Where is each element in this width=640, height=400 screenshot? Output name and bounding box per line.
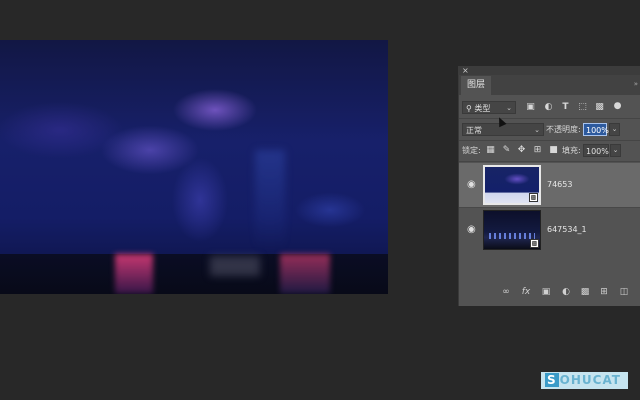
smart-object-badge-icon: ▩ xyxy=(529,193,538,202)
lock-artboard-icon[interactable]: ⊞ xyxy=(532,145,543,156)
layer-name[interactable]: 647534_1 xyxy=(547,208,587,252)
layer-filter-select[interactable]: ⚲ 类型 ⌄ xyxy=(462,101,516,114)
divider xyxy=(459,161,640,162)
layer-row[interactable]: ◉ ▩ 647534_1 xyxy=(459,208,640,252)
fill-input[interactable]: 100% xyxy=(583,144,609,157)
smart-object-filter-icon[interactable]: ▩ xyxy=(594,102,605,113)
tab-layers[interactable]: 图层 xyxy=(461,76,491,95)
opacity-label: 不透明度: xyxy=(546,125,581,134)
canvas-area[interactable] xyxy=(0,0,458,400)
opacity-dropdown-button[interactable]: ⌄ xyxy=(609,123,620,136)
fill-label: 填充: xyxy=(562,146,581,155)
search-icon: ⚲ xyxy=(466,104,472,113)
adjustment-filter-icon[interactable]: ◐ xyxy=(543,102,554,113)
fill-dropdown-button[interactable]: ⌄ xyxy=(610,144,621,157)
layer-name[interactable]: 74653 xyxy=(547,163,572,207)
reflection-light xyxy=(210,256,260,276)
new-layer-icon[interactable]: ⊞ xyxy=(597,287,611,298)
blend-mode-value: 正常 xyxy=(466,126,482,135)
lock-label: 锁定: xyxy=(462,146,481,155)
panel-titlebar[interactable] xyxy=(458,66,640,75)
mask-icon[interactable]: ▣ xyxy=(539,287,553,298)
shape-filter-icon[interactable]: ⬚ xyxy=(577,102,588,113)
light-beam xyxy=(255,150,285,250)
fx-icon[interactable]: fx xyxy=(519,287,533,298)
close-panel-icon[interactable]: × xyxy=(462,66,469,75)
divider xyxy=(459,118,640,119)
link-icon[interactable]: ∞ xyxy=(499,287,513,298)
folder-icon[interactable]: ▩ xyxy=(578,287,592,298)
panel-menu-icon[interactable]: » xyxy=(634,80,638,88)
watermark-text: OHUCAT xyxy=(559,373,621,387)
chevron-down-icon: ⌄ xyxy=(534,126,540,134)
smart-object-badge-icon: ▩ xyxy=(530,239,539,248)
divider xyxy=(459,140,640,141)
watermark-logo: S OHUCAT xyxy=(541,372,628,389)
toggle-filter-icon[interactable]: ● xyxy=(612,101,623,112)
adjustment-icon[interactable]: ◐ xyxy=(559,287,573,298)
eye-icon[interactable]: ◉ xyxy=(467,224,476,235)
trash-icon[interactable]: ◫ xyxy=(617,287,631,298)
eye-icon[interactable]: ◉ xyxy=(467,179,476,190)
layer-thumbnail: ▩ xyxy=(483,165,541,205)
lock-image-icon[interactable]: ✎ xyxy=(501,145,512,156)
watermark-first-letter: S xyxy=(545,373,559,387)
lock-transparent-icon[interactable]: ▦ xyxy=(485,145,496,156)
lock-position-icon[interactable]: ✥ xyxy=(516,145,527,156)
reflection-light xyxy=(115,254,153,294)
document-image[interactable] xyxy=(0,40,388,294)
layer-row[interactable]: ◉ ▩ 74653 xyxy=(459,163,640,207)
image-filter-icon[interactable]: ▣ xyxy=(525,102,536,113)
layer-thumbnail: ▩ xyxy=(483,210,541,250)
reflection-light xyxy=(280,254,330,294)
chevron-down-icon: ⌄ xyxy=(506,104,512,112)
filter-type-label: 类型 xyxy=(474,104,491,113)
lock-all-icon[interactable]: ■ xyxy=(548,145,559,156)
opacity-input[interactable]: 100% xyxy=(583,123,609,136)
text-filter-icon[interactable]: T xyxy=(560,102,571,113)
